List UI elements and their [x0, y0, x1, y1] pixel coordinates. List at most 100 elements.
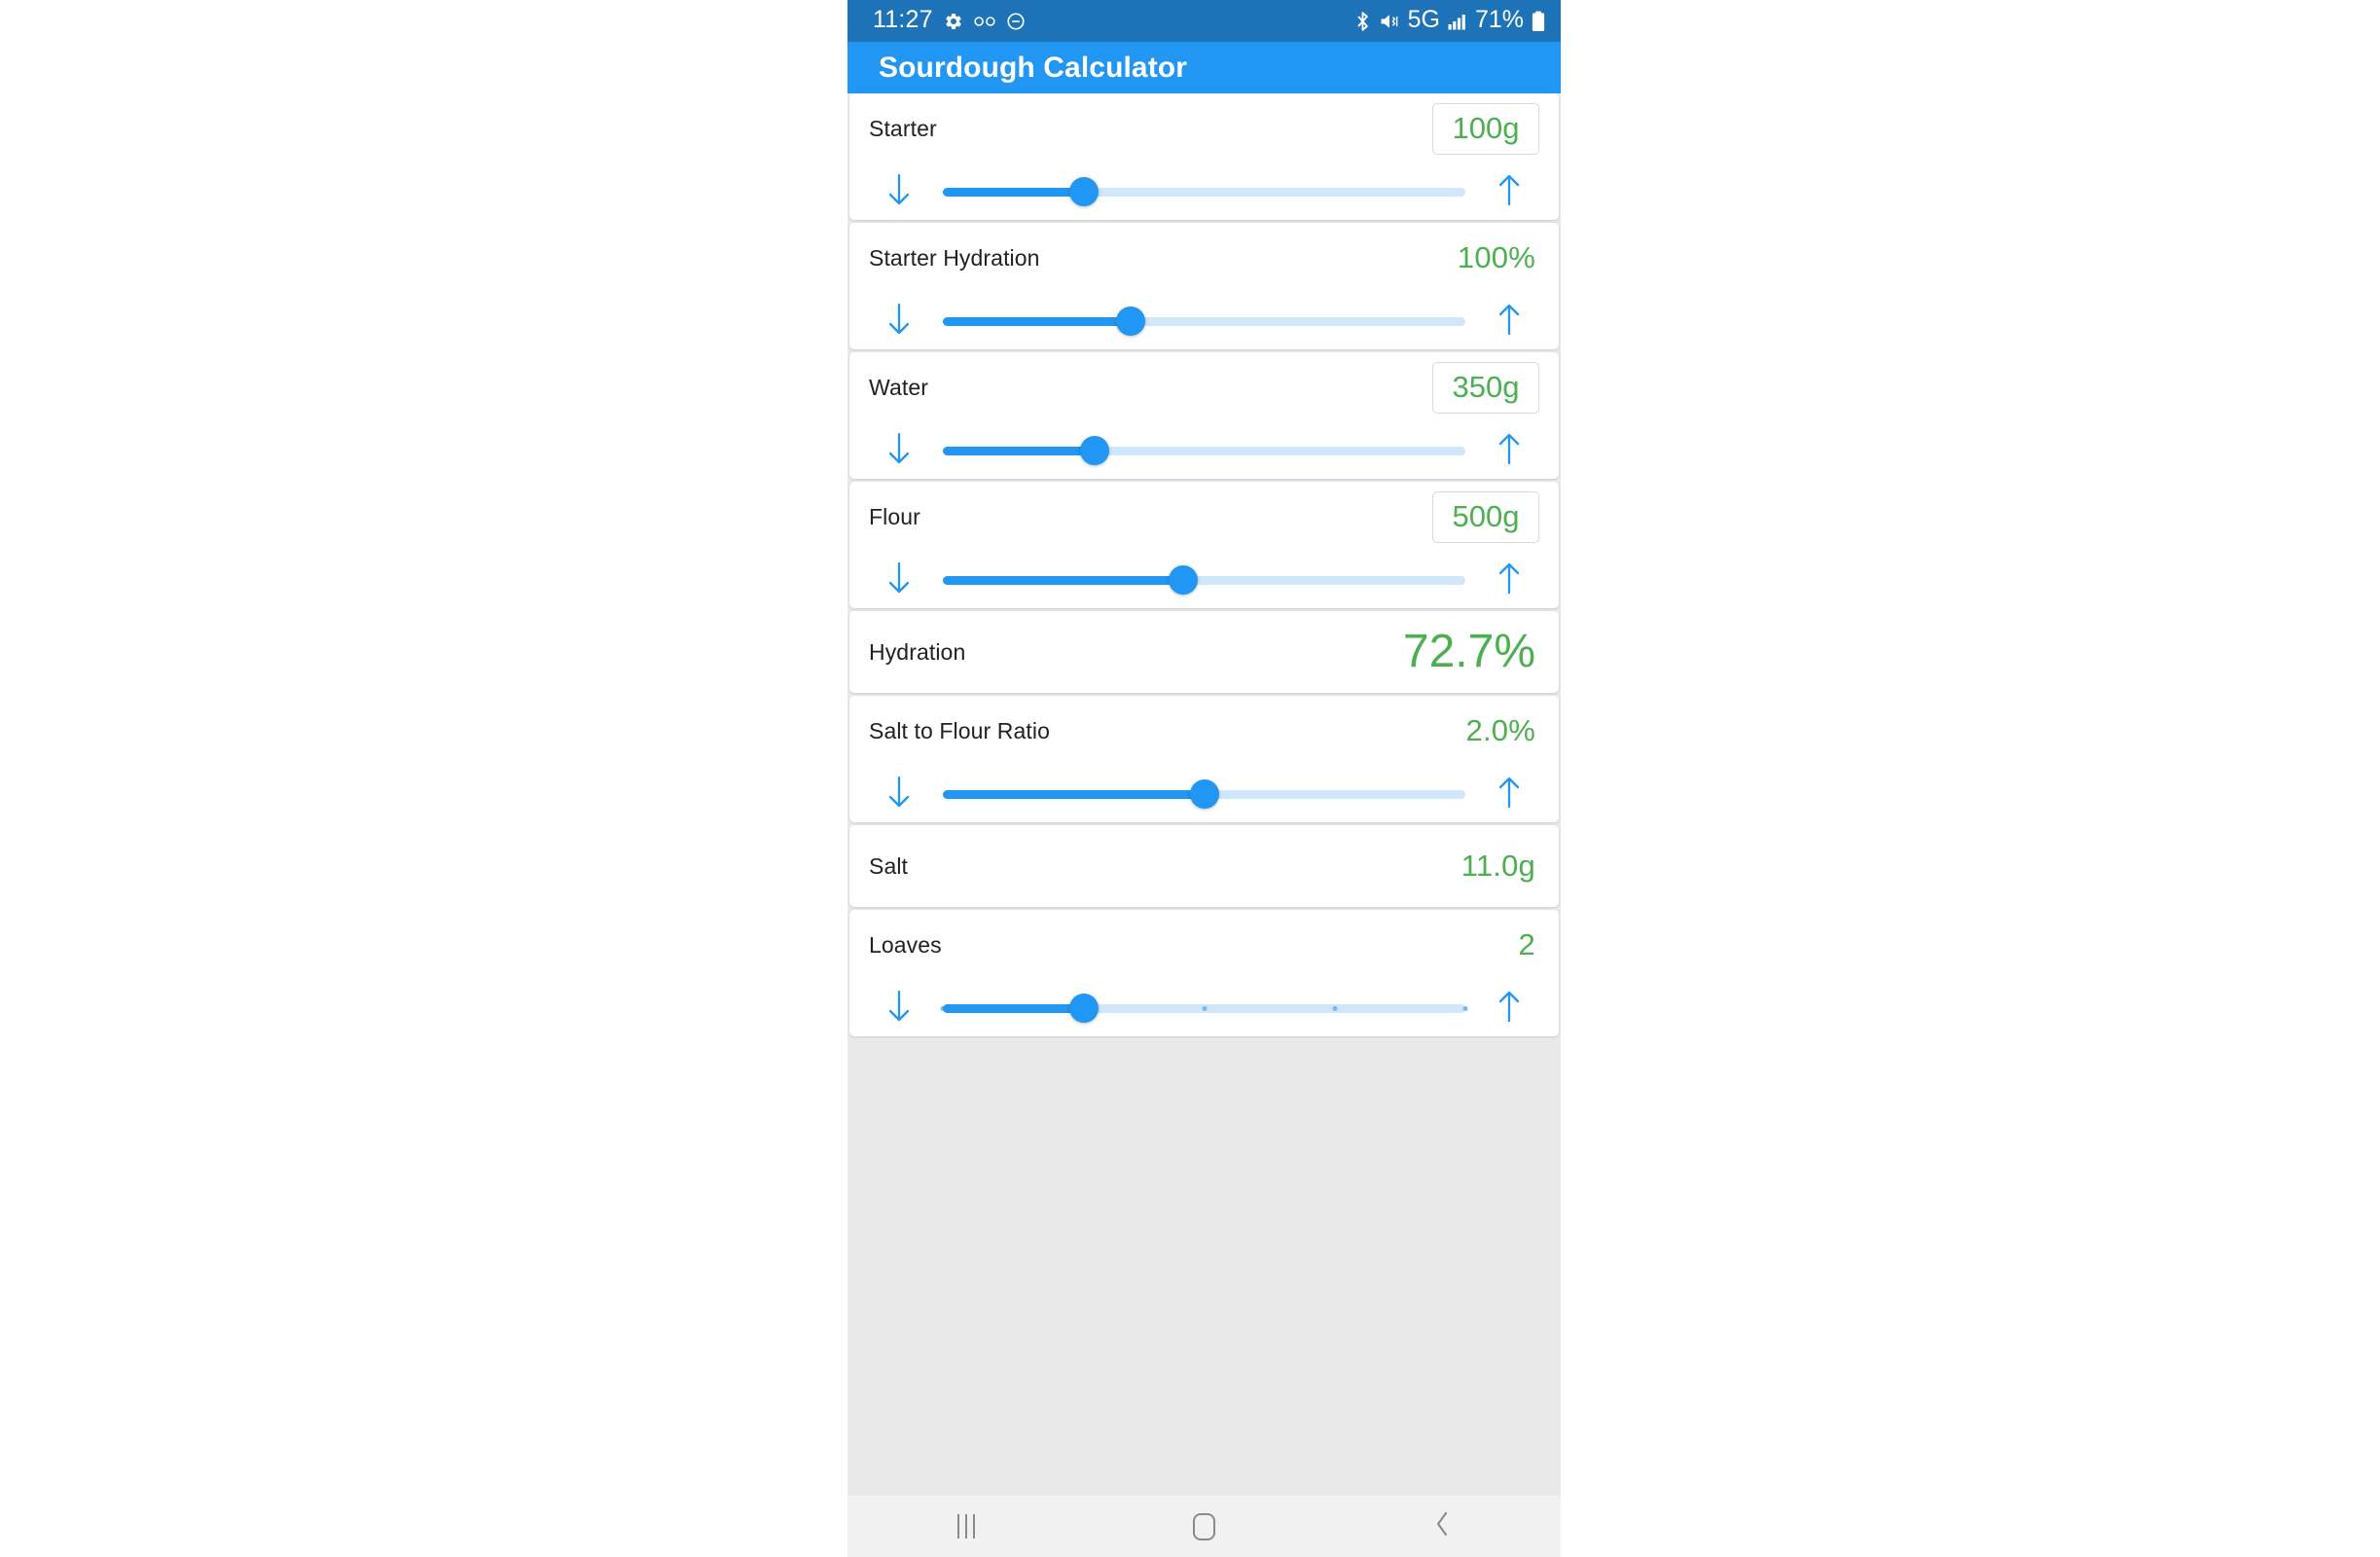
card-header: Hydration 72.7%	[869, 611, 1539, 693]
flour-value: 500g	[1452, 499, 1520, 533]
flour-slider[interactable]	[943, 563, 1465, 597]
slider-tick	[1462, 1005, 1468, 1011]
arrow-up-icon	[1495, 171, 1524, 213]
salt-to-flour-ratio-slider[interactable]	[943, 778, 1465, 811]
water-decrement-button[interactable]	[869, 430, 929, 472]
starter-hydration-value: 100%	[1457, 240, 1535, 274]
hydration-label: Hydration	[869, 638, 966, 665]
status-bar: 11:27 5G 71%	[847, 0, 1561, 42]
loaves-decrement-button[interactable]	[869, 988, 929, 1030]
slider-fill	[943, 446, 1095, 455]
card-loaves: Loaves 2	[849, 910, 1559, 1036]
arrow-up-icon	[1495, 774, 1524, 815]
starter-increment-button[interactable]	[1479, 171, 1539, 213]
app-bar: Sourdough Calculator	[847, 42, 1561, 93]
arrow-up-icon	[1495, 301, 1524, 343]
card-salt: Salt 11.0g	[849, 825, 1559, 907]
recents-icon	[957, 1514, 976, 1539]
starter-label: Starter	[869, 115, 937, 141]
flour-label: Flour	[869, 503, 920, 529]
starter-value-input[interactable]: 100g	[1432, 102, 1539, 155]
android-navigation-bar	[847, 1496, 1561, 1557]
signal-bars-icon	[1448, 13, 1467, 30]
card-starter-hydration: Starter Hydration 100%	[849, 223, 1559, 349]
water-value: 350g	[1452, 370, 1520, 404]
slider-row	[869, 552, 1539, 608]
voicemail-icon	[974, 15, 995, 28]
screenshot-root: 11:27 5G 71% Sourdough Calculator Starte…	[0, 0, 2380, 1557]
slider-fill	[943, 575, 1184, 585]
starter-hydration-label: Starter Hydration	[869, 244, 1040, 271]
home-icon	[1192, 1512, 1215, 1540]
starter-hydration-slider[interactable]	[943, 305, 1465, 338]
card-salt-to-flour-ratio: Salt to Flour Ratio 2.0%	[849, 696, 1559, 822]
card-header: Starter Hydration 100%	[869, 223, 1539, 293]
back-button[interactable]	[1369, 1496, 1515, 1557]
slider-thumb[interactable]	[1068, 177, 1099, 206]
salt-label: Salt	[869, 852, 909, 879]
salt-to-flour-ratio-decrement-button[interactable]	[869, 774, 929, 815]
recents-button[interactable]	[893, 1496, 1039, 1557]
slider-thumb[interactable]	[1189, 779, 1219, 809]
status-bar-left: 11:27	[873, 8, 1354, 34]
network-type-label: 5G	[1407, 6, 1440, 33]
home-button[interactable]	[1131, 1496, 1277, 1557]
status-bar-right: 5G 71%	[1354, 8, 1545, 34]
card-flour: Flour 500g	[849, 482, 1559, 608]
battery-icon	[1532, 11, 1545, 32]
slider-thumb[interactable]	[1068, 994, 1099, 1023]
phone-screen: 11:27 5G 71% Sourdough Calculator Starte…	[847, 0, 1561, 1557]
loaves-slider[interactable]	[940, 992, 1468, 1025]
starter-slider[interactable]	[943, 175, 1465, 208]
cards-scroll-container[interactable]: Starter 100g Starter Hydration 100% Water 350…	[847, 93, 1561, 1557]
arrow-up-icon	[1495, 988, 1524, 1030]
starter-hydration-increment-button[interactable]	[1479, 301, 1539, 343]
arrow-down-icon	[884, 430, 914, 472]
arrow-down-icon	[884, 171, 914, 213]
slider-tick	[1332, 1005, 1338, 1011]
hydration-value: 72.7%	[1402, 626, 1535, 677]
arrow-down-icon	[884, 301, 914, 343]
starter-decrement-button[interactable]	[869, 171, 929, 213]
slider-row	[869, 766, 1539, 822]
gear-icon	[944, 12, 963, 31]
back-icon	[1431, 1509, 1453, 1543]
starter-hydration-decrement-button[interactable]	[869, 301, 929, 343]
slider-fill	[943, 187, 1084, 197]
bluetooth-icon	[1354, 11, 1371, 32]
slider-row	[869, 422, 1539, 479]
starter-value: 100g	[1452, 111, 1520, 145]
water-label: Water	[869, 374, 928, 400]
slider-thumb[interactable]	[1169, 565, 1199, 595]
status-bar-clock: 11:27	[873, 6, 933, 33]
arrow-down-icon	[884, 560, 914, 601]
water-slider[interactable]	[943, 434, 1465, 467]
card-starter: Starter 100g	[849, 93, 1559, 220]
arrow-up-icon	[1495, 560, 1524, 601]
arrow-down-icon	[884, 988, 914, 1030]
arrow-down-icon	[884, 774, 914, 815]
card-water: Water 350g	[849, 352, 1559, 479]
loaves-label: Loaves	[869, 931, 942, 958]
flour-decrement-button[interactable]	[869, 560, 929, 601]
card-header: Flour 500g	[869, 482, 1539, 552]
salt-to-flour-ratio-increment-button[interactable]	[1479, 774, 1539, 815]
loaves-increment-button[interactable]	[1479, 988, 1539, 1030]
slider-row	[869, 293, 1539, 349]
slider-fill	[943, 789, 1205, 799]
loaves-value: 2	[1518, 927, 1535, 961]
card-header: Loaves 2	[869, 910, 1539, 980]
water-increment-button[interactable]	[1479, 430, 1539, 472]
slider-row	[869, 980, 1539, 1036]
water-value-input[interactable]: 350g	[1432, 361, 1539, 414]
card-header: Salt to Flour Ratio 2.0%	[869, 696, 1539, 766]
slider-thumb[interactable]	[1116, 307, 1146, 336]
slider-thumb[interactable]	[1079, 436, 1109, 465]
card-header: Water 350g	[869, 352, 1539, 422]
flour-value-input[interactable]: 500g	[1432, 490, 1539, 543]
slider-tick	[1202, 1005, 1207, 1011]
card-header: Starter 100g	[869, 93, 1539, 163]
battery-percent-label: 71%	[1474, 6, 1524, 33]
flour-increment-button[interactable]	[1479, 560, 1539, 601]
slider-fill	[943, 316, 1132, 326]
